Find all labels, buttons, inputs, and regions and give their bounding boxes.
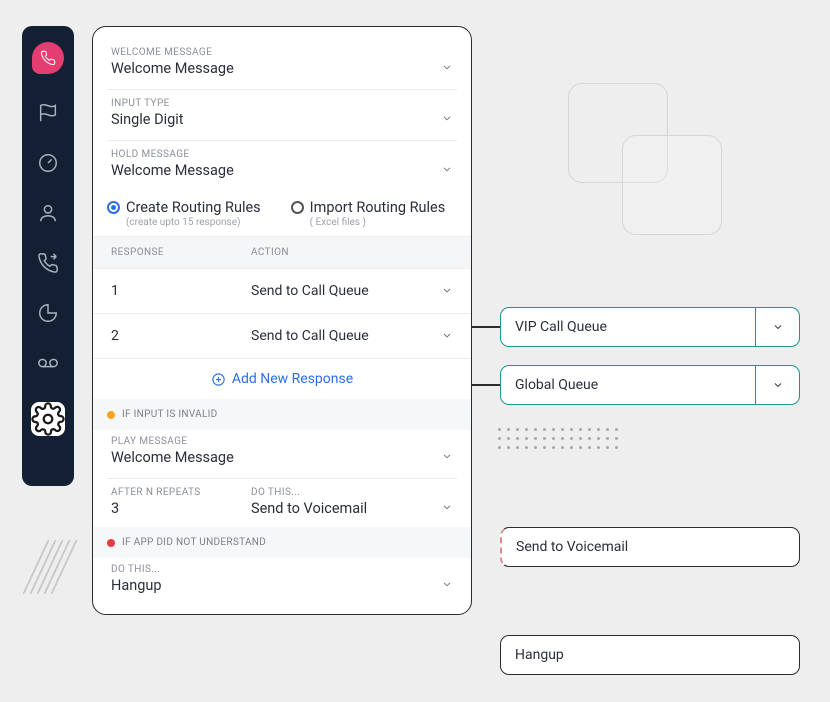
table-row[interactable]: 2 Send to Call Queue xyxy=(93,314,471,359)
table-row[interactable]: 1 Send to Call Queue xyxy=(93,269,471,314)
chevron-down-icon xyxy=(441,109,453,128)
dropdown-text: Hangup xyxy=(515,647,785,663)
field-label: HOLD MESSAGE xyxy=(111,149,453,160)
queue-select-2[interactable]: Global Queue xyxy=(500,365,800,405)
voicemail-icon[interactable] xyxy=(37,352,59,374)
create-routing-radio[interactable]: Create Routing Rules (create upto 15 res… xyxy=(107,199,261,228)
dropdown-text: Send to Voicemail xyxy=(516,539,785,555)
decorative-square-2 xyxy=(622,135,722,235)
chevron-down-icon xyxy=(441,498,453,517)
final-do-this-select[interactable]: DO THIS... Hangup xyxy=(93,558,471,604)
settings-icon[interactable] xyxy=(31,402,65,436)
action-cell: Send to Call Queue xyxy=(251,328,453,344)
play-message-select[interactable]: PLAY MESSAGE Welcome Message xyxy=(93,430,471,476)
field-label: AFTER N REPEATS xyxy=(111,487,251,498)
chevron-down-icon xyxy=(441,575,453,594)
dropdown-text: VIP Call Queue xyxy=(515,319,755,335)
add-label: Add New Response xyxy=(232,371,353,387)
chevron-down-icon xyxy=(441,58,453,77)
input-type-select[interactable]: INPUT TYPE Single Digit xyxy=(93,92,471,138)
header-action: ACTION xyxy=(251,247,453,258)
after-n-field[interactable]: AFTER N REPEATS 3 xyxy=(111,487,251,517)
connector-line xyxy=(472,384,500,386)
field-value: Hangup xyxy=(111,577,453,594)
header-response: RESPONSE xyxy=(111,247,251,258)
phone-icon[interactable] xyxy=(32,42,64,74)
do-this-select[interactable]: DO THIS... Send to Voicemail xyxy=(251,487,453,517)
chevron-down-icon xyxy=(441,327,453,346)
decorative-dots xyxy=(498,428,618,449)
invalid-input-banner: IF INPUT IS INVALID xyxy=(93,399,471,430)
radio-label: Import Routing Rules xyxy=(310,199,446,216)
queue-select-1[interactable]: VIP Call Queue xyxy=(500,307,800,347)
banner-text: IF INPUT IS INVALID xyxy=(122,409,218,420)
radio-unchecked-icon xyxy=(291,201,304,214)
add-response-button[interactable]: Add New Response xyxy=(93,359,471,399)
gauge-icon[interactable] xyxy=(37,152,59,174)
field-value: Welcome Message xyxy=(111,60,453,77)
voicemail-select[interactable]: Send to Voicemail xyxy=(500,527,800,567)
routing-config-panel: WELCOME MESSAGE Welcome Message INPUT TY… xyxy=(92,26,472,615)
chevron-down-icon xyxy=(755,366,799,404)
error-dot-icon xyxy=(107,539,115,547)
radio-sublabel: (create upto 15 response) xyxy=(126,217,241,228)
after-repeats-row: AFTER N REPEATS 3 DO THIS... Send to Voi… xyxy=(93,481,471,527)
field-value: Send to Voicemail xyxy=(251,500,453,517)
response-cell: 2 xyxy=(111,328,251,344)
field-label: DO THIS... xyxy=(251,487,453,498)
phone-forward-icon[interactable] xyxy=(37,252,59,274)
not-understand-banner: IF APP DID NOT UNDERSTAND xyxy=(93,527,471,558)
hold-message-select[interactable]: HOLD MESSAGE Welcome Message xyxy=(93,143,471,189)
response-table-header: RESPONSE ACTION xyxy=(93,236,471,269)
decorative-hatch xyxy=(35,540,65,594)
sidebar xyxy=(22,26,74,486)
chevron-down-icon xyxy=(755,308,799,346)
field-label: INPUT TYPE xyxy=(111,98,453,109)
field-value: Welcome Message xyxy=(111,162,453,179)
pie-icon[interactable] xyxy=(37,302,59,324)
banner-text: IF APP DID NOT UNDERSTAND xyxy=(122,537,266,548)
routing-mode-radios: Create Routing Rules (create upto 15 res… xyxy=(93,189,471,236)
field-value: Welcome Message xyxy=(111,449,453,466)
chevron-down-icon xyxy=(441,447,453,466)
field-label: WELCOME MESSAGE xyxy=(111,47,453,58)
hangup-select[interactable]: Hangup xyxy=(500,635,800,675)
radio-checked-icon xyxy=(107,201,120,214)
response-cell: 1 xyxy=(111,283,251,299)
radio-sublabel: ( Excel files ) xyxy=(310,217,366,228)
user-icon[interactable] xyxy=(37,202,59,224)
dropdown-text: Global Queue xyxy=(515,377,755,393)
plus-circle-icon xyxy=(211,372,226,387)
welcome-message-select[interactable]: WELCOME MESSAGE Welcome Message xyxy=(93,41,471,87)
warning-dot-icon xyxy=(107,411,115,419)
field-value: Single Digit xyxy=(111,111,453,128)
divider xyxy=(107,89,457,90)
field-label: DO THIS... xyxy=(111,564,453,575)
divider xyxy=(107,478,457,479)
import-routing-radio[interactable]: Import Routing Rules ( Excel files ) xyxy=(291,199,446,228)
flag-icon[interactable] xyxy=(37,102,59,124)
chevron-down-icon xyxy=(441,282,453,301)
chevron-down-icon xyxy=(441,160,453,179)
action-cell: Send to Call Queue xyxy=(251,283,453,299)
connector-line xyxy=(472,326,500,328)
field-label: PLAY MESSAGE xyxy=(111,436,453,447)
divider xyxy=(107,140,457,141)
field-value: 3 xyxy=(111,500,251,517)
radio-label: Create Routing Rules xyxy=(126,199,261,216)
